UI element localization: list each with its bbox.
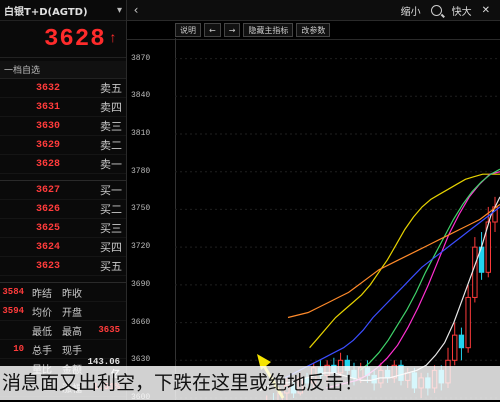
bid-list: 3627 买一 3626 买二 3625 买三 3624 买四 3623 买五 [0,181,126,276]
stats-label-left: 最低 [32,326,52,338]
stats-label-right: 现手 [62,345,82,357]
stats-label-left: 总手 [32,345,52,357]
instrument-title-bar: 白银T+D(AGTD) ▾ [0,0,126,21]
candle-down [458,334,465,349]
stats-row: 3594 均价 开盘 [0,302,126,321]
level-price: 3630 [35,120,60,132]
stats-value-left: 3584 [2,287,24,297]
bid-row[interactable]: 3627 买一 [0,181,126,200]
level-price: 3632 [35,82,60,94]
bid-row[interactable]: 3626 买二 [0,200,126,219]
close-icon: ✕ [481,4,490,16]
back-arrow-icon[interactable]: ‹ [127,1,145,19]
level-label: 买五 [100,260,122,273]
level-price: 3628 [35,158,60,170]
price-up-arrow-icon: ↑ [108,31,118,47]
fast-label: 快大 [451,6,472,18]
instrument-name: 白银T+D(AGTD) [4,6,88,18]
shrink-label: 缩小 [400,6,421,18]
dropdown-arrow-icon[interactable]: ▾ [117,5,122,16]
candle-up [452,334,458,361]
bid-row[interactable]: 3623 买五 [0,257,126,276]
candle-up [472,246,478,298]
level-price: 3624 [35,241,60,253]
stats-label-left: 均价 [32,307,52,319]
divider [0,174,126,181]
kline-plot[interactable] [175,38,500,400]
ask-row[interactable]: 3630 卖三 [0,117,126,136]
search-button[interactable] [430,4,442,16]
level-label: 卖五 [100,82,122,95]
last-price-value: 3628 [43,25,106,53]
level-label: 卖二 [100,139,122,152]
ask-row[interactable]: 3632 卖五 [0,79,126,98]
level-price: 3627 [35,184,60,196]
ma-line-1 [259,196,500,392]
y-tick-label: 3810 [131,129,151,138]
level-price: 3625 [35,222,60,234]
stats-value-left: 3594 [2,306,24,316]
level-label: 买三 [100,222,122,235]
bid-row[interactable]: 3625 买三 [0,219,126,238]
last-price: 3628 ↑ [0,21,126,58]
y-tick-label: 3630 [131,355,151,365]
order-book-header[interactable]: 一档自选 [0,61,126,79]
level-label: 卖四 [100,101,122,114]
chart-panel: ‹ 缩小 快大 ✕ 说明 ← → 隐藏主指标 改参数 3870 3840 3810 3… [127,0,500,402]
candle-up [465,296,471,349]
level-label: 卖三 [100,120,122,133]
level-label: 买二 [100,203,122,216]
stats-value-left: 10 [13,344,24,354]
toolbar-button-hide-indicator[interactable]: 隐藏主指标 [243,23,294,37]
stats-label-right: 最高 [62,326,82,338]
ask-list: 3632 卖五 3631 卖四 3630 卖三 3629 卖二 3628 卖一 [0,79,126,174]
stats-row: 3584 昨结 昨收 [0,283,126,302]
toolbar-button-prev[interactable]: ← [204,23,221,37]
ask-row[interactable]: 3629 卖二 [0,136,126,155]
toolbar-button-edit-params[interactable]: 改参数 [296,23,331,37]
level-price: 3623 [35,260,60,272]
fast-button[interactable]: 快大 [452,3,472,18]
y-tick-label: 3780 [131,166,151,176]
y-tick-label: 3690 [131,279,151,289]
level-price: 3631 [35,101,60,113]
y-tick-label: 3870 [131,53,151,63]
toolbar-button-help[interactable]: 说明 [175,23,201,37]
y-tick-label: 3840 [131,91,151,101]
stats-label-right: 昨收 [62,288,82,300]
shrink-button[interactable]: 缩小 [401,3,421,18]
close-button[interactable]: ✕ [482,5,490,16]
order-book-title: 一档自选 [4,66,41,76]
stats-label-right: 开盘 [62,307,82,319]
stats-value-right: 3635 [98,325,120,335]
ma-line-2 [309,173,500,349]
toolbar-button-next[interactable]: → [223,23,241,37]
y-tick-label: 3720 [131,242,151,252]
ask-row[interactable]: 3631 卖四 [0,98,126,117]
kline-chart[interactable]: 3870384038103780375037203690366036303600 [127,38,500,402]
caption-banner: 消息面又出利空，下跌在这里或绝地反击！ [0,366,500,400]
y-tick-label: 3750 [131,204,151,214]
search-icon [430,4,442,16]
level-label: 买四 [100,241,122,254]
quote-panel: 白银T+D(AGTD) ▾ 3628 ↑ 一档自选 3632 卖五 3631 卖四 36… [0,0,127,400]
divider [0,276,126,283]
level-label: 买一 [100,184,122,197]
y-axis: 3870384038103780375037203690366036303600 [127,38,176,402]
ask-row[interactable]: 3628 卖一 [0,155,126,174]
level-price: 3626 [35,203,60,215]
level-label: 卖一 [100,158,122,171]
stats-label-left: 昨结 [32,288,52,300]
y-tick-label: 3660 [131,317,151,327]
level-price: 3629 [35,139,60,151]
stats-row: 最低 最高 3635 [0,321,126,340]
chart-top-bar: ‹ 缩小 快大 ✕ [127,0,500,21]
bid-row[interactable]: 3624 买四 [0,238,126,257]
